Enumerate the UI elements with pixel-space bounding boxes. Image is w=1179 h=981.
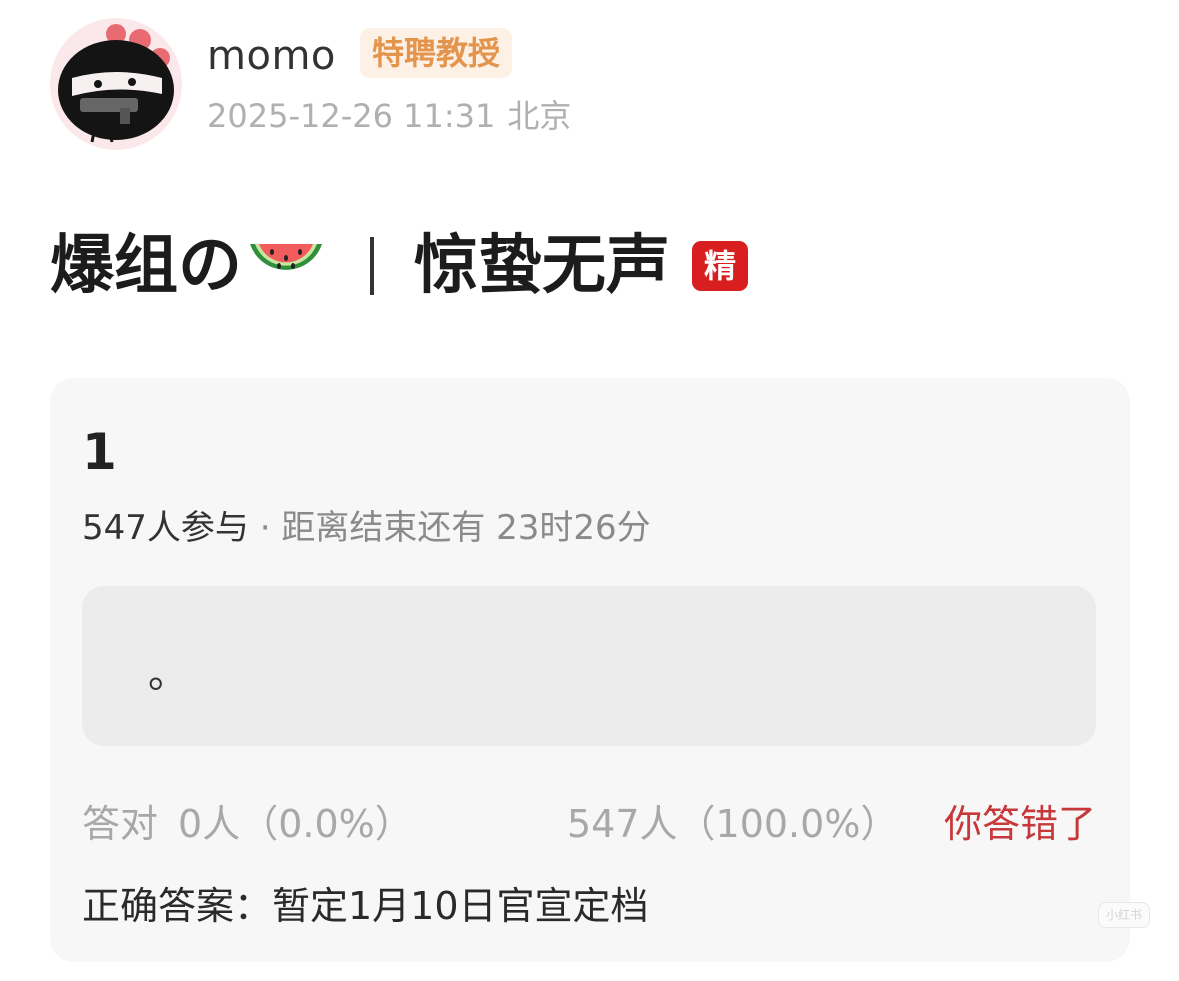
user-title-badge: 特聘教授 [360,28,513,78]
wrong-count: 547人（100.0%） [567,802,899,846]
post-title: 爆组の 惊蛰无声 精 [50,226,748,306]
time-remaining: · 距离结束还有 23时26分 [248,508,651,548]
post-title-part1: 爆组の [50,229,242,303]
avatar[interactable] [50,18,182,150]
post-title-part2: 惊蛰无声 [414,229,670,303]
quiz-option[interactable]: 。 [82,586,1096,746]
quiz-card: 1 547人参与 · 距离结束还有 23时26分 。 答对 0人（0.0%） 54… [50,378,1130,962]
post-meta: 2025-12-26 11:31 北京 [207,94,571,138]
quiz-option-text: 。 [148,651,188,697]
ninja-avatar-icon [50,18,182,150]
correct-label: 答对 [82,802,159,846]
post-page: momo 特聘教授 2025-12-26 11:31 北京 爆组の 惊蛰无声 精 … [0,0,1179,981]
correct-result: 答对 0人（0.0%） [82,796,413,852]
correct-answer: 正确答案：暂定1月10日官宣定档 [82,884,649,928]
quiz-stats: 547人参与 · 距离结束还有 23时26分 [82,504,651,552]
featured-tag: 精 [692,241,748,291]
title-separator [370,237,374,295]
username[interactable]: momo [207,30,336,82]
post-location: 北京 [507,97,572,135]
quiz-question-number: 1 [82,423,117,481]
watermark-logo: 小红书 [1098,902,1150,928]
quiz-results: 答对 0人（0.0%） 547人（100.0%） 你答错了 [82,796,1096,852]
participant-count: 547人参与 [82,508,249,548]
result-status: 你答错了 [943,802,1096,846]
correct-count: 0人（0.0%） [178,802,413,846]
watermelon-icon [246,236,326,296]
post-timestamp: 2025-12-26 11:31 [207,97,496,135]
